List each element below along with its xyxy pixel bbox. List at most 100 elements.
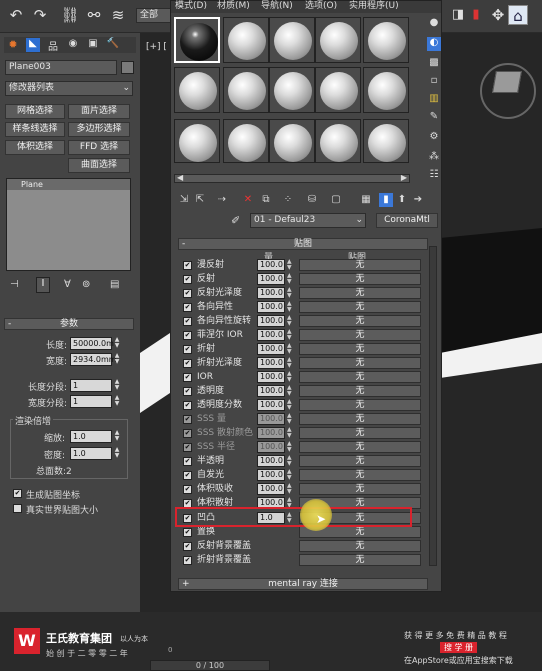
length-input[interactable]: 50000.0m [70, 337, 114, 350]
map-slot-button[interactable]: 无 [299, 357, 421, 369]
map-amount-spinner-icon[interactable]: ▲ ▼ [287, 427, 295, 439]
map-slot-button[interactable]: 无 [299, 469, 421, 481]
menu-navigation[interactable]: 导航(N) [261, 1, 293, 11]
sample-slot-1[interactable] [174, 17, 220, 63]
menu-utilities[interactable]: 实用程序(U) [349, 1, 399, 11]
sample-slot-7[interactable] [223, 67, 269, 113]
redo-icon[interactable]: ↷ [30, 5, 50, 25]
map-amount-spinner-icon[interactable]: ▲ ▼ [287, 385, 295, 397]
width-spinner-icon[interactable]: ▲ ▼ [113, 353, 121, 366]
make-unique-icon[interactable]: ∀ [64, 279, 71, 290]
menu-options[interactable]: 选项(O) [305, 1, 337, 11]
copy-material-icon[interactable]: ⧉ [259, 193, 273, 207]
map-amount-input[interactable]: 100.0 [257, 357, 285, 369]
map-amount-spinner-icon[interactable]: ▲ ▼ [287, 455, 295, 467]
map-slot-button[interactable]: 无 [299, 273, 421, 285]
real-world-map-checkbox[interactable] [13, 504, 22, 513]
utilities-tab-icon[interactable]: 🔨 [106, 38, 120, 52]
sample-slot-11[interactable] [174, 119, 220, 163]
stack-item-plane[interactable]: Plane [7, 179, 130, 190]
map-amount-input[interactable]: 100.0 [257, 399, 285, 411]
sample-slot-15[interactable] [363, 119, 409, 163]
show-map-icon[interactable]: ▦ [359, 193, 373, 207]
sample-slot-10[interactable] [363, 67, 409, 113]
map-enable-checkbox[interactable]: ✔ [183, 373, 192, 382]
select-scale-icon[interactable]: ◨ [448, 5, 468, 25]
map-amount-spinner-icon[interactable]: ▲ ▼ [287, 329, 295, 341]
get-material-icon[interactable]: ⇲ [177, 193, 191, 207]
length-segs-spinner-icon[interactable]: ▲ ▼ [113, 379, 121, 392]
params-rollout-header[interactable]: - 参数 [4, 318, 134, 330]
sample-slot-8[interactable] [269, 67, 315, 113]
scroll-right-icon[interactable]: ▶ [401, 173, 407, 182]
display-tab-icon[interactable]: ▣ [86, 38, 100, 52]
show-end-result-icon[interactable]: ▮ [379, 193, 393, 207]
scale-input[interactable]: 1.0 [70, 430, 112, 443]
move-icon[interactable]: ✥ [488, 5, 508, 25]
map-amount-input[interactable]: 100.0 [257, 315, 285, 327]
map-amount-spinner-icon[interactable]: ▲ ▼ [287, 343, 295, 355]
map-enable-checkbox[interactable]: ✔ [183, 275, 192, 284]
mental-ray-rollout-header[interactable]: + mental ray 连接 [178, 578, 428, 590]
sample-slot-12[interactable] [223, 119, 269, 163]
map-amount-spinner-icon[interactable]: ▲ ▼ [287, 469, 295, 481]
assign-material-icon[interactable]: ⇢ [215, 193, 229, 207]
length-spinner-icon[interactable]: ▲ ▼ [113, 337, 121, 350]
select-place-icon[interactable]: ▮ [466, 5, 486, 25]
map-enable-checkbox[interactable]: ✔ [183, 542, 192, 551]
ffd-select-button[interactable]: FFD 选择 [68, 140, 130, 155]
width-input[interactable]: 2934.0mm [70, 353, 117, 366]
bind-spacewarp-icon[interactable]: ≋ [108, 5, 128, 25]
map-enable-checkbox[interactable]: ✔ [183, 485, 192, 494]
configure-sets-icon[interactable]: ▤ [110, 279, 119, 290]
map-amount-input[interactable]: 100.0 [257, 371, 285, 383]
modify-tab-icon[interactable]: ◣ [26, 38, 40, 52]
map-slot-button[interactable]: 无 [299, 287, 421, 299]
background-icon[interactable]: ▩ [427, 57, 441, 71]
map-enable-checkbox[interactable]: ✔ [183, 387, 192, 396]
sample-slot-2[interactable] [223, 17, 269, 63]
map-amount-spinner-icon[interactable]: ▲ ▼ [287, 357, 295, 369]
map-amount-input[interactable]: 100.0 [257, 413, 285, 425]
spline-select-button[interactable]: 样条线选择 [5, 122, 65, 137]
sample-slot-6[interactable] [174, 67, 220, 113]
eyedropper-icon[interactable]: ✐ [231, 214, 240, 227]
map-slot-button[interactable]: 无 [299, 441, 421, 453]
map-enable-checkbox[interactable]: ✔ [183, 317, 192, 326]
object-color-swatch[interactable] [121, 61, 134, 74]
map-amount-input[interactable]: 100.0 [257, 469, 285, 481]
map-amount-spinner-icon[interactable]: ▲ ▼ [287, 413, 295, 425]
map-enable-checkbox[interactable]: ✔ [183, 289, 192, 298]
slots-scrollbar[interactable]: ◀ ▶ [174, 173, 410, 183]
maps-rollout-header[interactable]: - 贴图 [178, 238, 428, 250]
width-segs-input[interactable]: 1 [70, 395, 112, 408]
maps-scrollbar[interactable] [429, 246, 437, 566]
sample-slot-13[interactable] [269, 119, 315, 163]
map-enable-checkbox[interactable]: ✔ [183, 415, 192, 424]
sample-slot-4[interactable] [315, 17, 361, 63]
hierarchy-tab-icon[interactable]: 品 [46, 38, 60, 53]
map-amount-spinner-icon[interactable]: ▲ ▼ [287, 399, 295, 411]
map-enable-checkbox[interactable]: ✔ [183, 401, 192, 410]
map-amount-input[interactable]: 100.0 [257, 427, 285, 439]
mesh-select-button[interactable]: 网格选择 [5, 104, 65, 119]
viewport-config-icon[interactable]: ⌂ [508, 5, 528, 25]
object-name-field[interactable]: Plane003 [5, 60, 117, 75]
map-slot-button[interactable]: 无 [299, 343, 421, 355]
make-unique-icon[interactable]: ⁘ [281, 193, 295, 207]
map-amount-spinner-icon[interactable]: ▲ ▼ [287, 259, 295, 271]
remove-modifier-icon[interactable]: ⊚ [82, 279, 90, 290]
sample-slot-9[interactable] [315, 67, 361, 113]
link-icon[interactable]: ⛓ [60, 5, 80, 25]
map-slot-button[interactable]: 无 [299, 455, 421, 467]
map-amount-input[interactable]: 100.0 [257, 343, 285, 355]
motion-tab-icon[interactable]: ◉ [66, 38, 80, 52]
map-amount-spinner-icon[interactable]: ▲ ▼ [287, 315, 295, 327]
map-amount-input[interactable]: 100.0 [257, 287, 285, 299]
map-amount-input[interactable]: 100.0 [257, 273, 285, 285]
uv-tiling-icon[interactable]: ▫ [427, 75, 441, 89]
reset-map-icon[interactable]: ✕ [241, 193, 255, 207]
material-id-icon[interactable]: ▢ [329, 193, 343, 207]
map-slot-button[interactable]: 无 [299, 540, 421, 552]
menu-mode[interactable]: 模式(D) [175, 1, 207, 11]
